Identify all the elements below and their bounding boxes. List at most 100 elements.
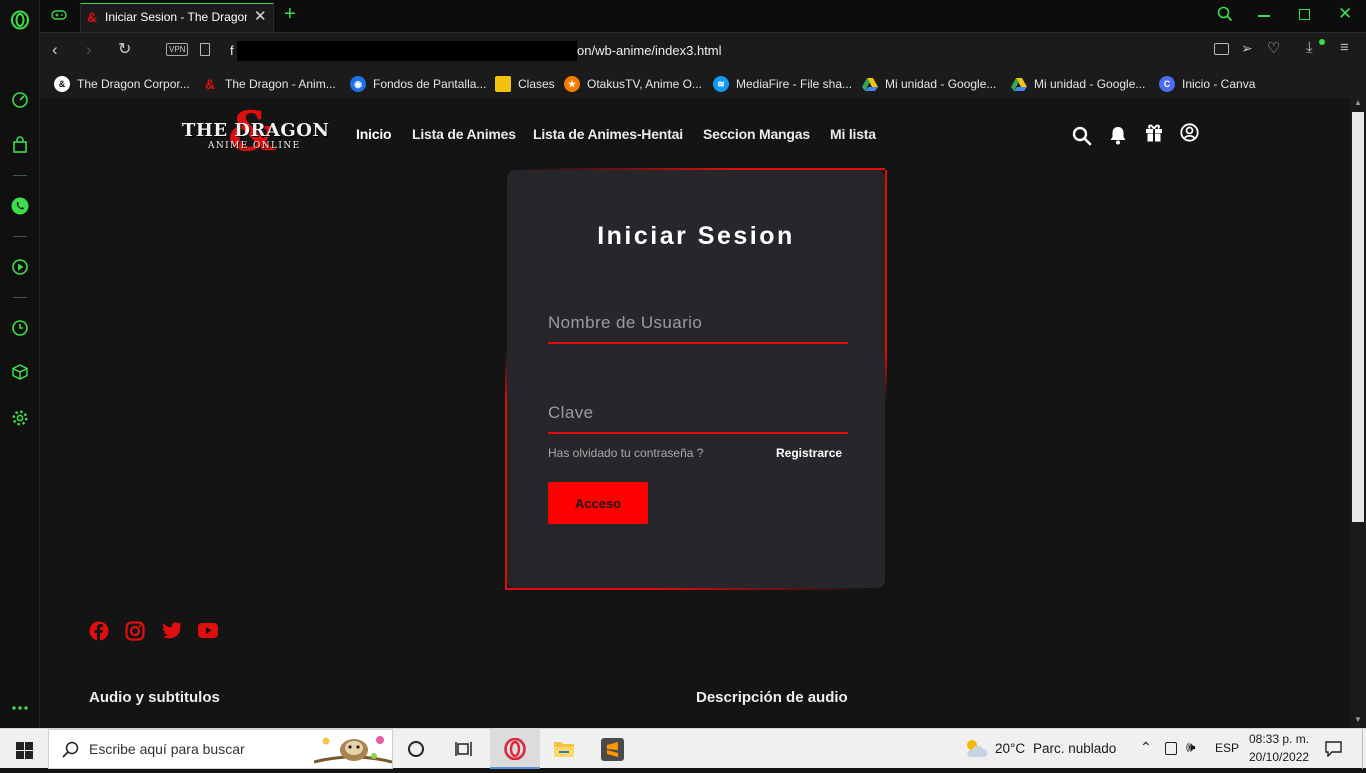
search-icon[interactable]: [1072, 126, 1092, 151]
gamepad-icon[interactable]: [51, 8, 67, 27]
downloads-icon[interactable]: ⤓: [1306, 39, 1313, 56]
twitter-icon[interactable]: [162, 622, 182, 645]
page-info-icon[interactable]: [200, 43, 210, 56]
notification-center-icon[interactable]: [1325, 741, 1342, 762]
user-account-icon[interactable]: [1180, 123, 1199, 147]
meet-now-icon[interactable]: [1165, 742, 1177, 755]
download-status-dot: [1319, 39, 1325, 45]
extensions-cube-icon[interactable]: [9, 361, 31, 383]
youtube-icon[interactable]: [198, 623, 218, 643]
tab-active[interactable]: & Iniciar Sesion - The Dragon ✕: [80, 3, 274, 32]
taskbar-search-box[interactable]: Escribe aquí para buscar: [48, 729, 393, 769]
nav-mi-lista[interactable]: Mi lista: [830, 126, 876, 142]
show-desktop-button[interactable]: [1362, 729, 1363, 769]
gift-icon[interactable]: [1145, 123, 1163, 147]
weather-partly-cloudy-icon[interactable]: [962, 737, 988, 764]
bookmark-item[interactable]: Mi unidad - Google...: [1011, 75, 1145, 93]
send-icon[interactable]: ➢: [1241, 40, 1253, 57]
minimize-icon[interactable]: [1258, 15, 1270, 17]
nav-inicio[interactable]: Inicio: [356, 126, 392, 142]
canva-icon: C: [1159, 76, 1175, 92]
scroll-up-icon[interactable]: ▲: [1354, 98, 1362, 107]
web-page: & THE DRAGON ANIME ONLINE Inicio Lista d…: [40, 98, 1350, 728]
site-logo[interactable]: & THE DRAGON ANIME ONLINE: [180, 104, 329, 162]
whatsapp-icon[interactable]: [9, 195, 31, 217]
task-view-icon[interactable]: [455, 741, 473, 762]
notifications-bell-icon[interactable]: [1109, 126, 1127, 150]
clock-time[interactable]: 08:33 p. m.: [1249, 732, 1309, 746]
bookmark-item[interactable]: Clases: [495, 75, 555, 93]
nav-lista-animes[interactable]: Lista de Animes: [412, 126, 516, 142]
taskbar-opera-button[interactable]: [490, 729, 540, 769]
snapshot-camera-icon[interactable]: [1214, 43, 1229, 55]
facebook-icon[interactable]: [89, 621, 109, 646]
bookmark-item[interactable]: & The Dragon - Anim...: [202, 75, 336, 93]
more-options-icon[interactable]: [9, 697, 31, 719]
bookmark-label: Mi unidad - Google...: [1034, 77, 1146, 91]
footer-link-audio-description[interactable]: Descripción de audio: [696, 689, 848, 706]
clock-date[interactable]: 20/10/2022: [1249, 750, 1309, 764]
sublime-text-icon[interactable]: [601, 738, 624, 761]
bookmark-label: The Dragon - Anim...: [225, 77, 336, 91]
dragon-logo-icon: &: [54, 76, 70, 92]
search-tabs-icon[interactable]: [1217, 6, 1233, 27]
login-card: Iniciar Sesion Has olvidado tu contraseñ…: [505, 168, 887, 590]
eye-icon: ◉: [350, 76, 366, 92]
login-submit-button[interactable]: Acceso: [548, 482, 648, 524]
url-prefix[interactable]: f: [230, 43, 234, 58]
player-icon[interactable]: [9, 256, 31, 278]
bookmark-item[interactable]: & The Dragon Corpor...: [54, 75, 190, 93]
footer-link-audio-subtitles[interactable]: Audio y subtitulos: [89, 689, 220, 706]
username-input[interactable]: [548, 306, 848, 340]
close-tab-icon[interactable]: ✕: [254, 7, 267, 25]
file-explorer-icon[interactable]: [553, 739, 575, 763]
bookmark-item[interactable]: C Inicio - Canva: [1159, 75, 1255, 93]
restore-icon[interactable]: [1299, 9, 1310, 20]
speed-dial-icon[interactable]: [9, 89, 31, 111]
forward-icon[interactable]: ›: [86, 40, 92, 60]
input-language[interactable]: ESP: [1215, 741, 1239, 755]
settings-gear-icon[interactable]: [9, 407, 31, 429]
close-window-icon[interactable]: ✕: [1338, 4, 1352, 24]
search-magnifier-icon: [62, 741, 79, 763]
history-icon[interactable]: [9, 317, 31, 339]
url-text[interactable]: on/wb-anime/index3.html: [577, 43, 722, 58]
classroom-icon: [495, 76, 511, 92]
opera-logo-icon[interactable]: [9, 9, 31, 31]
windows-start-icon[interactable]: [16, 742, 33, 764]
nav-lista-animes-hentai[interactable]: Lista de Animes-Hentai: [533, 126, 683, 142]
card-border-top: [505, 168, 885, 170]
opera-app-icon: [504, 738, 526, 760]
dragonball-icon: ★: [564, 76, 580, 92]
easy-setup-icon[interactable]: ≡: [1340, 39, 1349, 56]
weather-temperature[interactable]: 20°C: [995, 741, 1025, 756]
bookmark-item[interactable]: ◉ Fondos de Pantalla...: [350, 75, 486, 93]
instagram-icon[interactable]: [125, 621, 145, 646]
bookmark-label: Inicio - Canva: [1182, 77, 1256, 91]
register-link[interactable]: Registrarce: [776, 446, 842, 460]
back-icon[interactable]: ‹: [52, 40, 58, 60]
bookmark-item[interactable]: Mi unidad - Google...: [862, 75, 996, 93]
new-tab-icon[interactable]: +: [284, 3, 296, 26]
weather-description[interactable]: Parc. nublado: [1033, 741, 1116, 756]
scroll-down-icon[interactable]: ▼: [1354, 715, 1362, 724]
nav-seccion-mangas[interactable]: Seccion Mangas: [703, 126, 810, 142]
reload-icon[interactable]: ↻: [118, 39, 131, 59]
logo-subtext: ANIME ONLINE: [208, 141, 301, 151]
scroll-thumb[interactable]: [1352, 112, 1364, 522]
address-bar: ‹ › ↻ VPN f on/wb-anime/index3.html ➢ ♡ …: [40, 32, 1366, 68]
volume-icon[interactable]: 🕪: [1186, 739, 1195, 756]
bookmark-heart-icon[interactable]: ♡: [1267, 39, 1280, 57]
shopping-bag-icon[interactable]: [9, 134, 31, 156]
url-redaction: [237, 41, 577, 61]
password-input[interactable]: [548, 396, 848, 430]
search-highlight-sloth-icon: [313, 732, 393, 768]
bookmark-label: OtakusTV, Anime O...: [587, 77, 702, 91]
cortana-icon[interactable]: [408, 741, 424, 757]
forgot-password-link[interactable]: Has olvidado tu contraseña ?: [548, 446, 703, 460]
bookmark-item[interactable]: ★ OtakusTV, Anime O...: [564, 75, 702, 93]
bookmark-item[interactable]: ≋ MediaFire - File sha...: [713, 75, 852, 93]
page-scrollbar[interactable]: ▲ ▼: [1350, 98, 1366, 728]
chevron-up-icon[interactable]: ⌃: [1140, 739, 1152, 756]
vpn-badge[interactable]: VPN: [166, 43, 189, 56]
